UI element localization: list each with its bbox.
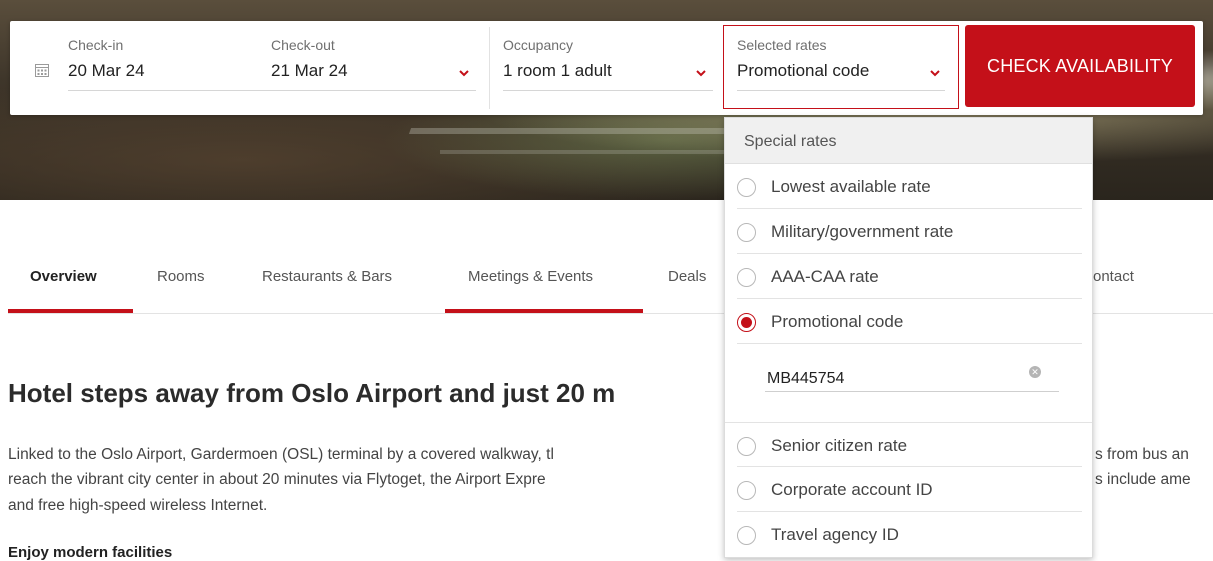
description-line: and free high-speed wireless Internet. bbox=[8, 497, 268, 514]
selected-rates-label: Selected rates bbox=[737, 37, 827, 53]
check-availability-button[interactable]: CHECK AVAILABILITY bbox=[965, 25, 1195, 107]
promo-code-input[interactable] bbox=[765, 366, 1059, 392]
facilities-heading: Enjoy modern facilities bbox=[8, 544, 173, 561]
check-in-label: Check-in bbox=[68, 37, 124, 53]
check-in-value[interactable]: 20 Mar 24 bbox=[68, 61, 145, 81]
description-line: reach the vibrant city center in about 2… bbox=[8, 471, 546, 488]
check-out-value[interactable]: 21 Mar 24 bbox=[271, 61, 348, 81]
hero-detail bbox=[408, 128, 742, 134]
special-rates-dropdown: Special rates Lowest available rate Mili… bbox=[724, 117, 1093, 558]
tab-meetings-events[interactable]: Meetings & Events bbox=[468, 268, 593, 285]
clear-icon[interactable]: ✕ bbox=[1029, 366, 1041, 378]
radio-button[interactable] bbox=[737, 437, 756, 456]
selected-rates-value: Promotional code bbox=[737, 61, 870, 80]
occupancy-label: Occupancy bbox=[503, 37, 574, 53]
rate-option-label: AAA-CAA rate bbox=[771, 267, 879, 286]
rate-option-promotional[interactable]: Promotional code bbox=[725, 299, 1092, 344]
radio-button-selected[interactable] bbox=[737, 313, 756, 332]
rate-option-label: Lowest available rate bbox=[771, 177, 931, 196]
radio-button[interactable] bbox=[737, 481, 756, 500]
rate-option-senior[interactable]: Senior citizen rate bbox=[725, 422, 1092, 467]
separator bbox=[737, 343, 1082, 344]
occupancy-underline bbox=[503, 90, 713, 91]
tab-contact[interactable]: ontact bbox=[1093, 268, 1134, 285]
rate-option-lowest[interactable]: Lowest available rate bbox=[725, 164, 1092, 209]
hero-detail bbox=[440, 150, 740, 154]
radio-button[interactable] bbox=[737, 223, 756, 242]
tab-overview-indicator bbox=[8, 309, 133, 313]
tab-overview[interactable]: Overview bbox=[30, 268, 97, 285]
tab-restaurants-bars[interactable]: Restaurants & Bars bbox=[262, 268, 392, 285]
radio-button[interactable] bbox=[737, 526, 756, 545]
chevron-down-icon[interactable] bbox=[458, 67, 470, 79]
dropdown-header: Special rates bbox=[725, 118, 1092, 164]
rate-option-aaa[interactable]: AAA-CAA rate bbox=[725, 254, 1092, 299]
chevron-down-icon[interactable] bbox=[929, 67, 941, 79]
tab-rooms[interactable]: Rooms bbox=[157, 268, 205, 285]
selected-rates-field[interactable]: Selected rates Promotional code bbox=[723, 25, 959, 109]
rates-underline bbox=[737, 90, 945, 91]
rate-option-travel-agency[interactable]: Travel agency ID bbox=[725, 512, 1092, 557]
occupancy-value[interactable]: 1 room 1 adult bbox=[503, 61, 612, 81]
calendar-icon bbox=[35, 64, 49, 77]
booking-bar: Check-in 20 Mar 24 Check-out 21 Mar 24 O… bbox=[10, 21, 1203, 115]
description-line-right: s include ame bbox=[1095, 471, 1191, 488]
tab-meetings-indicator bbox=[445, 309, 643, 313]
rate-option-label: Military/government rate bbox=[771, 222, 954, 241]
radio-button[interactable] bbox=[737, 178, 756, 197]
rate-option-label: Promotional code bbox=[771, 312, 904, 331]
description-line: Linked to the Oslo Airport, Gardermoen (… bbox=[8, 446, 554, 463]
dropdown-header-label: Special rates bbox=[744, 133, 837, 150]
divider bbox=[489, 27, 490, 109]
check-out-label: Check-out bbox=[271, 37, 335, 53]
chevron-down-icon[interactable] bbox=[695, 67, 707, 79]
page-headline: Hotel steps away from Oslo Airport and j… bbox=[8, 378, 616, 408]
dates-underline bbox=[68, 90, 476, 91]
rate-option-corporate[interactable]: Corporate account ID bbox=[725, 467, 1092, 512]
rate-option-military[interactable]: Military/government rate bbox=[725, 209, 1092, 254]
description-line-right: s from bus an bbox=[1095, 446, 1189, 463]
tab-deals[interactable]: Deals bbox=[668, 268, 706, 285]
rate-option-label: Senior citizen rate bbox=[771, 436, 908, 455]
rate-option-label: Travel agency ID bbox=[771, 525, 899, 544]
radio-button[interactable] bbox=[737, 268, 756, 287]
rate-option-label: Corporate account ID bbox=[771, 480, 933, 499]
